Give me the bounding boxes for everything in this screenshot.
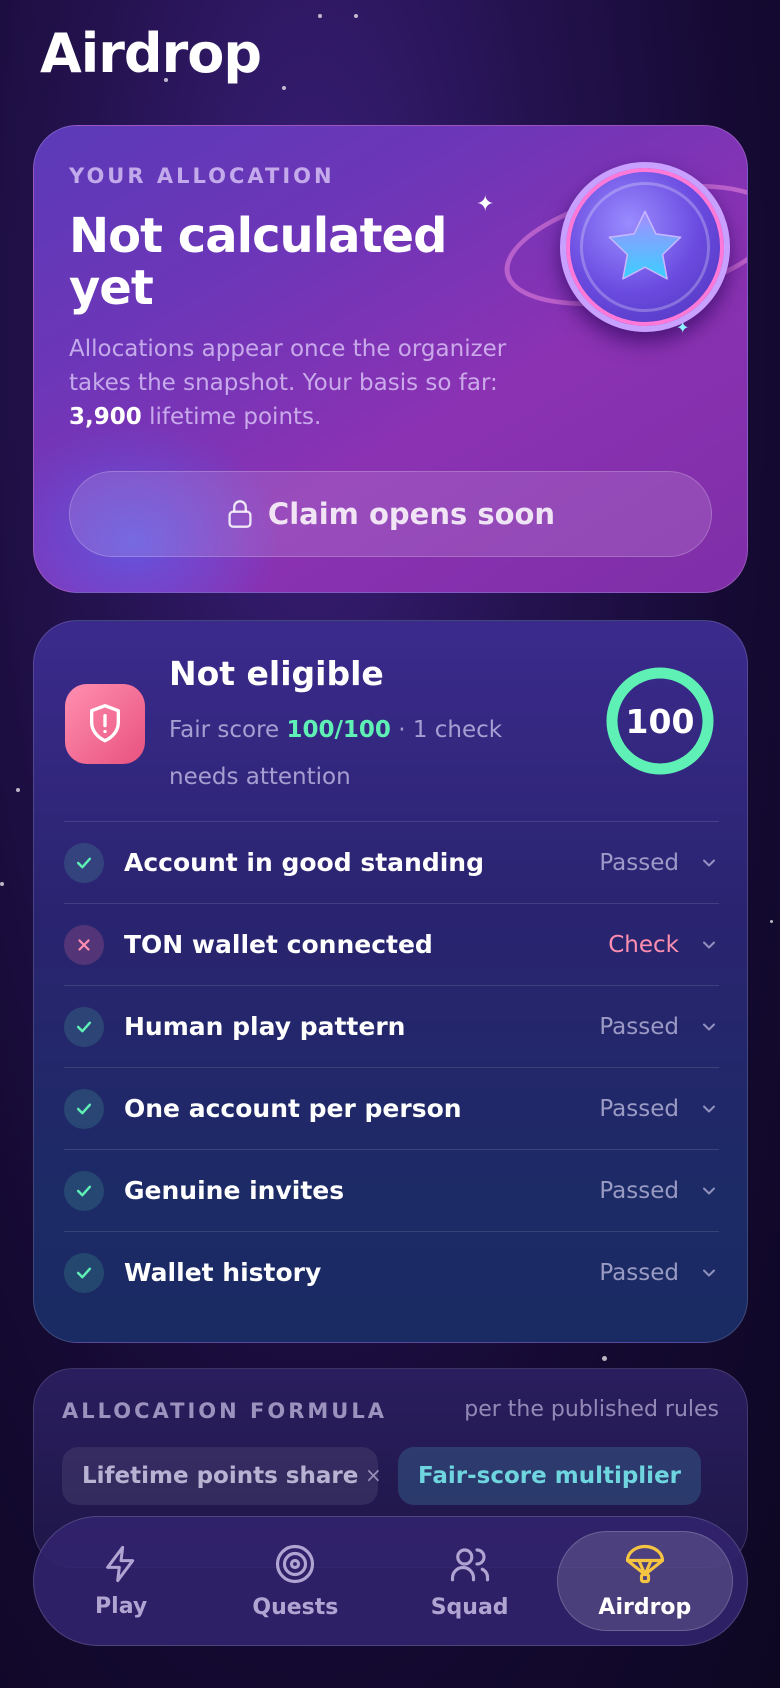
formula-eyebrow: ALLOCATION FORMULA — [62, 1399, 387, 1423]
nav-item-label: Play — [95, 1593, 148, 1619]
check-status: Passed — [599, 849, 679, 876]
star-coin-icon — [560, 162, 730, 332]
formula-note: per the published rules — [464, 1397, 719, 1422]
check-label: Account in good standing — [124, 848, 484, 877]
check-label: Wallet history — [124, 1258, 322, 1287]
check-status: Passed — [599, 1177, 679, 1204]
check-label: Human play pattern — [124, 1012, 406, 1041]
eligibility-check-row[interactable]: One account per person Passed — [64, 1067, 719, 1149]
check-label: One account per person — [124, 1094, 462, 1123]
star — [354, 14, 358, 18]
lifetime-points: 3,900 — [69, 404, 142, 430]
eligibility-title: Not eligible — [169, 654, 384, 693]
chevron-down-icon — [703, 1023, 715, 1030]
formula-operator: × — [365, 1463, 382, 1487]
check-label: TON wallet connected — [124, 930, 433, 959]
star — [602, 1356, 607, 1361]
nav-item-quests[interactable]: Quests — [208, 1517, 382, 1645]
sparkle-icon: ✦ — [476, 192, 495, 217]
fair-score-value: 100/100 — [286, 717, 391, 743]
bolt-icon — [106, 1545, 135, 1582]
nav-item-squad[interactable]: Squad — [383, 1517, 557, 1645]
page-title: Airdrop — [40, 22, 262, 85]
users-icon — [450, 1547, 489, 1581]
check-icon — [64, 1088, 104, 1129]
star — [770, 920, 773, 923]
formula-chip-points-share: Lifetime points share — [62, 1447, 379, 1505]
nav-item-airdrop[interactable]: Airdrop — [556, 1531, 733, 1631]
formula-chip-multiplier: Fair-score multiplier — [398, 1447, 702, 1505]
eligibility-check-row[interactable]: TON wallet connected Check — [64, 903, 719, 985]
star — [16, 788, 20, 792]
chevron-down-icon — [703, 941, 715, 948]
allocation-desc-suffix: lifetime points. — [141, 404, 322, 430]
eligibility-check-row[interactable]: Genuine invites Passed — [64, 1149, 719, 1231]
eligibility-card: Not eligible Fair score 100/100 · 1 chec… — [33, 620, 748, 1343]
claim-button-label: Claim opens soon — [267, 497, 556, 531]
allocation-heading: Not calculated yet — [69, 208, 447, 316]
shield-alert-icon — [65, 684, 145, 764]
star — [318, 14, 322, 18]
score-ring-value: 100 — [625, 701, 695, 741]
check-status: Passed — [599, 1259, 679, 1286]
eligibility-check-row[interactable]: Wallet history Passed — [64, 1231, 719, 1313]
chevron-down-icon — [703, 1269, 715, 1276]
check-status: Check — [608, 931, 679, 958]
chevron-down-icon — [703, 1187, 715, 1194]
check-icon — [64, 1252, 104, 1293]
parachute-icon — [625, 1544, 664, 1583]
bottom-nav: Play Quests Squad Airdrop — [33, 1516, 748, 1646]
star — [0, 882, 4, 886]
check-icon — [64, 1170, 104, 1211]
nav-item-label: Quests — [252, 1594, 339, 1620]
check-label: Genuine invites — [124, 1176, 345, 1205]
x-icon — [64, 924, 104, 965]
sparkle-icon: ✦ — [676, 318, 690, 337]
nav-item-play[interactable]: Play — [34, 1517, 208, 1645]
allocation-eyebrow: YOUR ALLOCATION — [69, 164, 335, 188]
lock-icon — [228, 500, 252, 528]
check-status: Passed — [599, 1095, 679, 1122]
chevron-down-icon — [703, 1105, 715, 1112]
score-ring: 100 — [602, 663, 718, 779]
check-icon — [64, 842, 104, 883]
eligibility-check-row[interactable]: Human play pattern Passed — [64, 985, 719, 1067]
allocation-desc-prefix: Allocations appear once the organizer ta… — [69, 336, 507, 396]
allocation-card: YOUR ALLOCATION Not calculated yet Alloc… — [33, 125, 748, 593]
eligibility-check-row[interactable]: Account in good standing Passed — [64, 821, 719, 903]
check-icon — [64, 1006, 104, 1047]
fair-score-prefix: Fair score — [169, 717, 287, 743]
eligibility-subtitle: Fair score 100/100 · 1 check needs atten… — [169, 707, 569, 801]
nav-item-label: Airdrop — [598, 1594, 692, 1620]
claim-button[interactable]: Claim opens soon — [69, 471, 712, 557]
star — [282, 86, 286, 90]
check-status: Passed — [599, 1013, 679, 1040]
chevron-down-icon — [703, 859, 715, 866]
allocation-description: Allocations appear once the organizer ta… — [69, 332, 539, 434]
target-icon — [276, 1544, 315, 1583]
nav-item-label: Squad — [430, 1594, 509, 1620]
